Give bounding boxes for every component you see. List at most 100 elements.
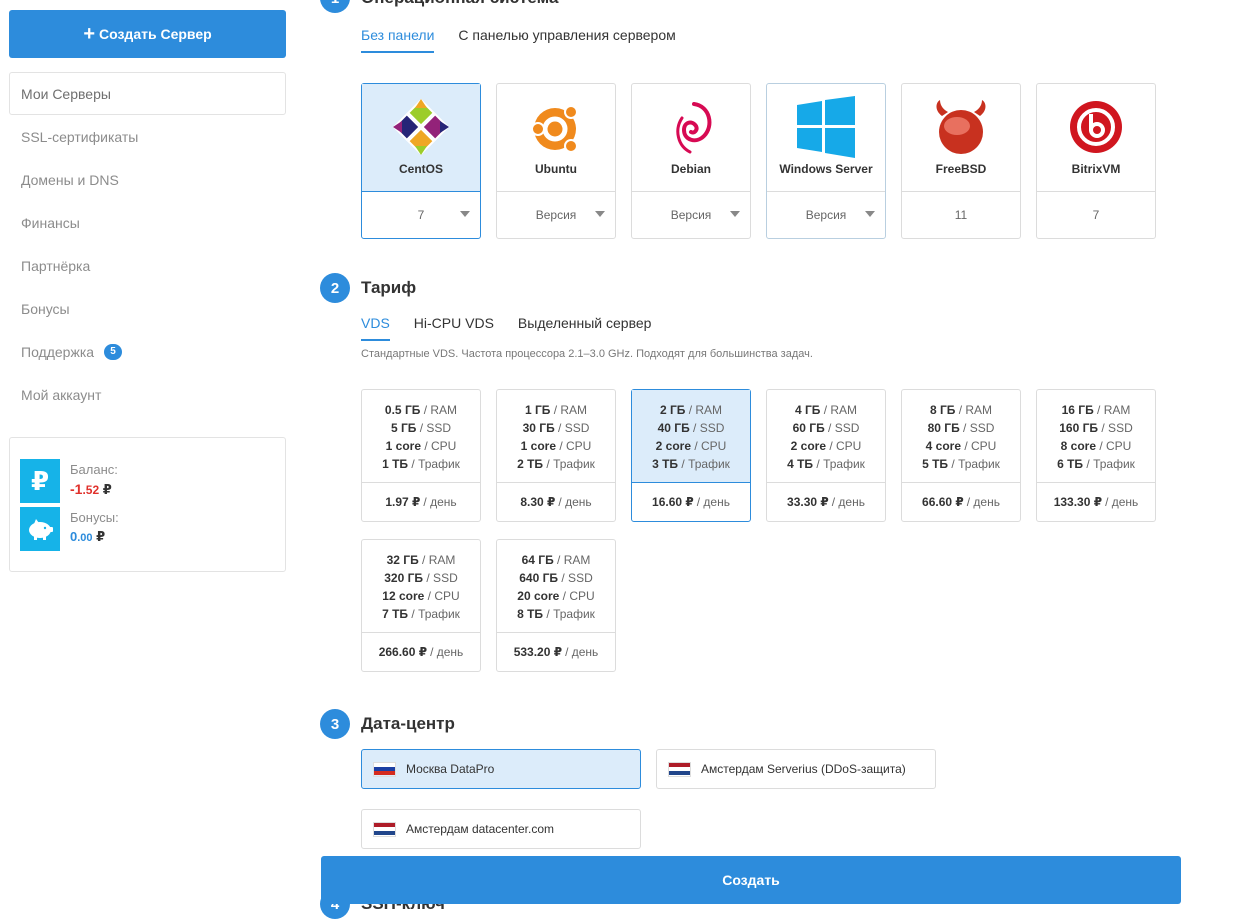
balance-row: ₽ Баланс: -1.52 ₽ <box>20 459 118 503</box>
ruble-icon: ₽ <box>20 459 60 503</box>
sidebar-item-servers[interactable]: Мои Серверы <box>9 72 286 115</box>
plan-specs: 16 ГБ / RAM 160 ГБ / SSD 8 core / CPU 6 ТБ … <box>1037 390 1155 483</box>
sidebar-item-finance[interactable]: Финансы <box>9 201 286 244</box>
chevron-down-icon <box>595 211 605 217</box>
plan-specs: 0.5 ГБ / RAM 5 ГБ / SSD 1 core / CPU 1 ТБ /… <box>362 390 480 483</box>
plan-spec-cpu: 2 core / CPU <box>790 439 862 453</box>
version-select[interactable]: 7 <box>362 192 480 238</box>
plan-card[interactable]: 2 ГБ / RAM 40 ГБ / SSD 2 core / CPU 3 ТБ / … <box>631 389 751 522</box>
freebsd-logo-icon <box>936 100 986 154</box>
sidebar-item-domains[interactable]: Домены и DNS <box>9 158 286 201</box>
chevron-down-icon <box>865 211 875 217</box>
version-value: 7 <box>1092 208 1100 222</box>
plan-spec-traffic: 1 ТБ / Трафик <box>382 457 460 471</box>
step-number: 1 <box>320 0 350 13</box>
plan-price: 8.30 ₽ / день <box>520 495 592 509</box>
os-card-debian[interactable]: Debian Версия <box>631 83 751 239</box>
plan-spec-ssd: 40 ГБ / SSD <box>657 421 725 435</box>
plan-spec-traffic: 5 ТБ / Трафик <box>922 457 1000 471</box>
plan-price: 16.60 ₽ / день <box>652 495 730 509</box>
create-submit-button[interactable]: Создать <box>321 856 1181 904</box>
os-card-bitrixvm[interactable]: BitrixVM 7 <box>1036 83 1156 239</box>
os-card-freebsd[interactable]: FreeBSD 11 <box>901 83 1021 239</box>
plan-price: 1.97 ₽ / день <box>385 495 457 509</box>
plan-spec-cpu: 20 core / CPU <box>517 589 595 603</box>
plan-specs: 8 ГБ / RAM 80 ГБ / SSD 4 core / CPU 5 ТБ / … <box>902 390 1020 483</box>
version-select[interactable]: Версия <box>632 192 750 238</box>
create-server-button[interactable]: + Создать Сервер <box>9 10 286 58</box>
tariff-tabs: VDS Hi-CPU VDS Выделенный сервер <box>361 315 675 341</box>
plan-price: 266.60 ₽ / день <box>378 645 464 659</box>
plan-spec-cpu: 1 core / CPU <box>385 439 457 453</box>
sidebar-item-ssl[interactable]: SSL-сертификаты <box>9 115 286 158</box>
plan-price: 66.60 ₽ / день <box>922 495 1000 509</box>
chevron-down-icon <box>730 211 740 217</box>
plan-spec-ram: 0.5 ГБ / RAM <box>384 403 458 417</box>
support-badge: 5 <box>104 343 123 360</box>
balance-value: -1.52 ₽ <box>70 481 112 497</box>
netherlands-flag-icon <box>373 821 396 837</box>
version-select[interactable]: Версия <box>497 192 615 238</box>
sidebar-item-account[interactable]: Мой аккаунт <box>9 373 286 416</box>
section-title: Операционная система <box>361 0 558 8</box>
plan-specs: 2 ГБ / RAM 40 ГБ / SSD 2 core / CPU 3 ТБ / … <box>632 390 750 483</box>
plan-price: 533.20 ₽ / день <box>513 645 599 659</box>
tab-vds[interactable]: VDS <box>361 315 390 341</box>
plan-card[interactable]: 4 ГБ / RAM 60 ГБ / SSD 2 core / CPU 4 ТБ / … <box>766 389 886 522</box>
plan-spec-ssd: 320 ГБ / SSD <box>384 571 458 585</box>
centos-logo-icon <box>392 98 450 156</box>
plan-spec-cpu: 1 core / CPU <box>520 439 592 453</box>
plan-specs: 4 ГБ / RAM 60 ГБ / SSD 2 core / CPU 4 ТБ / … <box>767 390 885 483</box>
bonuses-label: Бонусы: <box>70 510 119 525</box>
tab-dedicated[interactable]: Выделенный сервер <box>518 315 652 341</box>
plan-spec-traffic: 3 ТБ / Трафик <box>652 457 730 471</box>
plan-card[interactable]: 64 ГБ / RAM 640 ГБ / SSD 20 core / CPU 8 ТБ… <box>496 539 616 672</box>
plan-specs: 1 ГБ / RAM 30 ГБ / SSD 1 core / CPU 2 ТБ / … <box>497 390 615 483</box>
russia-flag-icon <box>373 761 396 777</box>
create-server-label: Создать Сервер <box>99 26 212 42</box>
tab-no-panel[interactable]: Без панели <box>361 27 435 53</box>
chevron-down-icon <box>460 211 470 217</box>
plan-card[interactable]: 32 ГБ / RAM 320 ГБ / SSD 12 core / CPU 7 ТБ… <box>361 539 481 672</box>
plan-spec-ssd: 60 ГБ / SSD <box>792 421 860 435</box>
plan-card[interactable]: 1 ГБ / RAM 30 ГБ / SSD 1 core / CPU 2 ТБ / … <box>496 389 616 522</box>
sidebar-item-support[interactable]: Поддержка 5 <box>9 330 286 373</box>
step-number: 2 <box>320 273 350 303</box>
dc-amsterdam-datacenter-com[interactable]: Амстердам datacenter.com <box>361 809 641 849</box>
sidebar-item-partner[interactable]: Партнёрка <box>9 244 286 287</box>
balance-label: Баланс: <box>70 462 118 477</box>
os-card-centos[interactable]: CentOS 7 <box>361 83 481 239</box>
sidebar-item-bonuses[interactable]: Бонусы <box>9 287 286 330</box>
plan-spec-traffic: 7 ТБ / Трафик <box>382 607 460 621</box>
tab-hi-cpu-vds[interactable]: Hi-CPU VDS <box>414 315 494 341</box>
version-select[interactable]: Версия <box>767 192 885 238</box>
plan-spec-ram: 8 ГБ / RAM <box>929 403 993 417</box>
plan-spec-traffic: 8 ТБ / Трафик <box>517 607 595 621</box>
ubuntu-logo-icon <box>531 105 578 153</box>
plan-spec-ssd: 160 ГБ / SSD <box>1059 421 1133 435</box>
plus-icon: + <box>83 23 95 45</box>
version-value: 11 <box>954 208 968 222</box>
plan-card[interactable]: 16 ГБ / RAM 160 ГБ / SSD 8 core / CPU 6 ТБ … <box>1036 389 1156 522</box>
dc-amsterdam-serverius[interactable]: Амстердам Serverius (DDoS-защита) <box>656 749 936 789</box>
tariff-description: Стандартные VDS. Частота процессора 2.1–… <box>361 348 813 360</box>
windows-logo-icon <box>797 96 855 158</box>
dc-moscow-datapro[interactable]: Москва DataPro <box>361 749 641 789</box>
tab-with-panel[interactable]: С панелью управления сервером <box>458 27 675 53</box>
tariff-section-header: 2 Тариф <box>320 273 416 303</box>
sidebar-nav: Мои Серверы SSL-сертификаты Домены и DNS… <box>9 72 286 416</box>
plan-specs: 32 ГБ / RAM 320 ГБ / SSD 12 core / CPU 7 ТБ… <box>362 540 480 633</box>
plan-card[interactable]: 8 ГБ / RAM 80 ГБ / SSD 4 core / CPU 5 ТБ / … <box>901 389 1021 522</box>
plan-spec-cpu: 12 core / CPU <box>382 589 460 603</box>
plan-spec-cpu: 8 core / CPU <box>1060 439 1132 453</box>
os-card-ubuntu[interactable]: Ubuntu Версия <box>496 83 616 239</box>
plan-card[interactable]: 0.5 ГБ / RAM 5 ГБ / SSD 1 core / CPU 1 ТБ /… <box>361 389 481 522</box>
plan-spec-ssd: 640 ГБ / SSD <box>519 571 593 585</box>
os-section-header: 1 Операционная система <box>320 0 558 13</box>
plan-spec-ram: 64 ГБ / RAM <box>521 553 591 567</box>
plan-spec-ram: 2 ГБ / RAM <box>659 403 723 417</box>
balance-panel: ₽ Баланс: -1.52 ₽ Бонусы: 0.00 ₽ <box>9 437 286 572</box>
plan-spec-traffic: 4 ТБ / Трафик <box>787 457 865 471</box>
os-card-windows[interactable]: Windows Server Версия <box>766 83 886 239</box>
plan-spec-ram: 16 ГБ / RAM <box>1061 403 1131 417</box>
